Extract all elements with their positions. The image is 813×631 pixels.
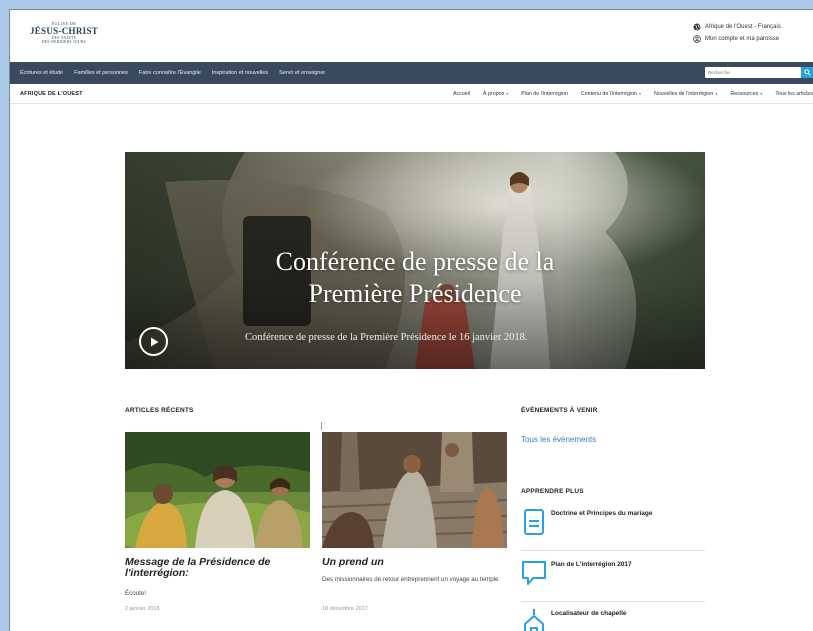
language-selector[interactable]: Afrique de l'Ouest - Français (693, 21, 813, 33)
subnav-home-label: Accueil (452, 90, 471, 97)
subnav-home[interactable]: Accueil (453, 91, 470, 97)
nav-item-share-gospel[interactable]: Faire connaître l'Évangile (139, 70, 201, 76)
learn-item-marriage[interactable]: Doctrine et Principes du mariage (521, 507, 705, 551)
hero-subtitle: Conférence de presse de la Première Prés… (245, 332, 528, 343)
hero-title[interactable]: Conférence de presse de la Première Prés… (125, 246, 705, 310)
subnav-all-articles-label: Tous les articles (775, 90, 813, 97)
church-logo[interactable]: ÉGLISE DE JÉSUS-CHRIST DES SAINTS DES DE… (24, 22, 104, 44)
subnav-about-label: À propos (483, 90, 505, 97)
learn-more-title: APPRENDRE PLUS (521, 488, 584, 495)
account-link[interactable]: Mon compte et ma paroisse (693, 33, 813, 45)
logo-line-4: DES DERNIERS JOURS (41, 39, 87, 44)
subnav-resources[interactable]: Ressources ▾ (730, 91, 762, 97)
article-image-1-photo (125, 432, 310, 548)
nav-item-families[interactable]: Familles et personnes (74, 70, 128, 76)
subnav-area-content[interactable]: Contenu de l'interrégion ▾ (581, 91, 641, 97)
article-date-2: 18 décembre 2017 (322, 606, 368, 612)
search-button[interactable] (801, 67, 813, 78)
learn-item-chapel-locator-label: Localisateur de chapelle (551, 610, 627, 617)
hero-banner[interactable]: Conférence de presse de la Première Prés… (125, 152, 705, 369)
events-title: ÉVÈNEMENTS À VENIR (521, 407, 598, 414)
chapel-icon (521, 607, 547, 631)
subnav-resources-label: Ressources (730, 90, 759, 97)
nav-item-scriptures[interactable]: Écritures et étude (20, 70, 63, 76)
search-box (705, 67, 813, 78)
subnav-area-news[interactable]: Nouvelles de l'interrégion ▾ (654, 91, 717, 97)
learn-item-chapel-locator[interactable]: Localisateur de chapelle (521, 607, 705, 631)
utility-links: Afrique de l'Ouest - Français Mon compte… (693, 21, 813, 45)
search-icon (803, 69, 811, 76)
play-button[interactable] (139, 327, 168, 356)
article-image-2[interactable] (322, 432, 507, 548)
article-image-2-photo (322, 432, 507, 548)
subnav-area-plan[interactable]: Plan de l'interrégion (521, 91, 568, 97)
article-title-2[interactable]: Un prend un (322, 557, 507, 568)
chevron-down-icon: ▾ (760, 90, 763, 96)
learn-item-marriage-label: Doctrine et Principes du mariage (551, 510, 653, 517)
article-desc-2: Des missionnaires de retour entreprennen… (322, 576, 499, 583)
search-input[interactable] (705, 68, 783, 77)
nav-item-inspiration[interactable]: Inspiration et nouvelles (212, 70, 268, 76)
region-title[interactable]: AFRIQUE DE L'OUEST (20, 91, 83, 97)
logo-line-2: JÉSUS-CHRIST (29, 26, 99, 36)
play-icon (150, 337, 158, 346)
learn-item-area-plan[interactable]: Plan de L'interrégion 2017 (521, 558, 705, 602)
nav-item-serve-teach[interactable]: Servir et enseigner (279, 70, 325, 76)
article-image-1[interactable] (125, 432, 310, 548)
article-desc-1: Écoute! (125, 590, 146, 597)
chevron-down-icon: ▾ (638, 90, 641, 96)
learn-item-area-plan-label: Plan de L'interrégion 2017 (551, 561, 632, 568)
user-icon (693, 35, 701, 43)
divider (321, 422, 322, 430)
book-icon (521, 507, 547, 537)
subnav-about[interactable]: À propos ▾ (483, 91, 508, 97)
article-title-1[interactable]: Message de la Présidence de l'interrégio… (125, 557, 310, 579)
subnav-links: Accueil À propos ▾ Plan de l'interrégion … (440, 91, 813, 97)
browser-page: ÉGLISE DE JÉSUS-CHRIST DES SAINTS DES DE… (9, 9, 813, 631)
chevron-down-icon: ▾ (715, 90, 718, 96)
region-subnav: AFRIQUE DE L'OUEST Accueil À propos ▾ Pla… (10, 84, 813, 104)
account-label: Mon compte et ma paroisse (705, 36, 780, 42)
chat-bubble-icon (521, 558, 547, 588)
article-date-1: 2 janvier 2018 (125, 606, 160, 612)
subnav-area-content-label: Contenu de l'interrégion (580, 90, 637, 97)
subnav-area-news-label: Nouvelles de l'interrégion (654, 90, 714, 97)
chevron-down-icon: ▾ (506, 90, 509, 96)
main-nav: Écritures et étude Familles et personnes… (10, 62, 813, 84)
recent-articles-title: ARTICLES RÉCENTS (125, 407, 194, 414)
language-label: Afrique de l'Ouest - Français (705, 24, 781, 30)
globe-icon (693, 23, 701, 31)
all-events-link[interactable]: Tous les évènements (521, 435, 596, 444)
site-header: ÉGLISE DE JÉSUS-CHRIST DES SAINTS DES DE… (10, 10, 813, 62)
subnav-all-articles[interactable]: Tous les articles (775, 91, 813, 97)
subnav-area-plan-label: Plan de l'interrégion (521, 90, 568, 97)
